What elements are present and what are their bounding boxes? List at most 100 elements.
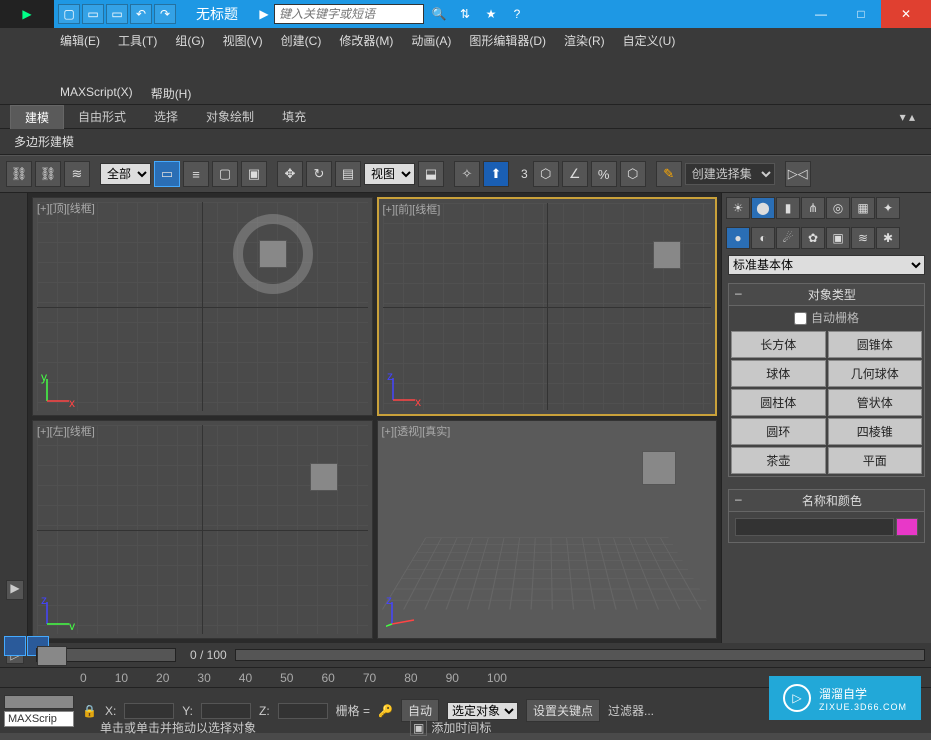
time-slider-track[interactable] <box>36 648 176 662</box>
star-icon[interactable]: ★ <box>480 4 502 24</box>
save-icon[interactable]: ▭ <box>106 4 128 24</box>
close-button[interactable]: ✕ <box>881 0 931 28</box>
viewport-left[interactable]: [+][左][线框] zy <box>32 420 373 639</box>
snap-toggle-icon[interactable]: ⬡ <box>533 161 559 187</box>
shelf-display-icon[interactable]: ▦ <box>851 197 875 219</box>
edit-named-sel-icon[interactable]: ✎ <box>656 161 682 187</box>
obj-plane-button[interactable]: 平面 <box>828 447 923 474</box>
undo-icon[interactable]: ↶ <box>130 4 152 24</box>
minimize-button[interactable]: — <box>801 0 841 28</box>
rollout-toggle-icon[interactable]: – <box>735 492 742 506</box>
shelf-create-icon[interactable]: ⬤ <box>751 197 775 219</box>
named-selection-select[interactable]: 创建选择集 <box>685 163 775 185</box>
window-crossing-icon[interactable]: ▣ <box>241 161 267 187</box>
cat-systems-icon[interactable]: ✱ <box>876 227 900 249</box>
viewport-label-front[interactable]: [+][前][线框] <box>383 201 441 217</box>
menu-view[interactable]: 视图(V) <box>223 32 263 49</box>
cat-spacewarps-icon[interactable]: ≋ <box>851 227 875 249</box>
obj-cone-button[interactable]: 圆锥体 <box>828 331 923 358</box>
select-by-name-icon[interactable]: ≡ <box>183 161 209 187</box>
geometry-type-select[interactable]: 标准基本体 <box>728 255 925 275</box>
mirror-icon[interactable]: ▷◁ <box>785 161 811 187</box>
viewport-expand-button[interactable]: ▶ <box>6 580 24 600</box>
menu-customize[interactable]: 自定义(U) <box>623 32 676 49</box>
coord-system-select[interactable]: 视图 <box>364 163 415 185</box>
shelf-motion-icon[interactable]: ◎ <box>826 197 850 219</box>
ribbon-collapse-icon[interactable]: ▾ ▴ <box>894 110 921 124</box>
ribbon-tab-populate[interactable]: 填充 <box>268 105 320 128</box>
viewport-label-persp[interactable]: [+][透视][真实] <box>382 423 451 439</box>
x-field[interactable] <box>124 703 174 719</box>
viewcube-persp[interactable] <box>642 451 676 485</box>
menu-edit[interactable]: 编辑(E) <box>60 32 100 49</box>
maxscript-listener[interactable]: MAXScrip <box>4 711 74 727</box>
lock-icon[interactable]: 🔒 <box>82 704 97 718</box>
auto-grid-checkbox[interactable] <box>794 312 807 325</box>
cat-lights-icon[interactable]: ☄ <box>776 227 800 249</box>
menu-group[interactable]: 组(G) <box>175 32 204 49</box>
region-rect-icon[interactable]: ▢ <box>212 161 238 187</box>
menu-animation[interactable]: 动画(A) <box>411 32 451 49</box>
viewport-front[interactable]: [+][前][线框] zx <box>377 197 718 416</box>
object-name-input[interactable] <box>735 518 894 536</box>
link-icon[interactable]: ⛓ <box>6 161 32 187</box>
keyboard-shortcut-icon[interactable]: ⬆ <box>483 161 509 187</box>
help-icon[interactable]: ? <box>506 4 528 24</box>
obj-teapot-button[interactable]: 茶壶 <box>731 447 826 474</box>
menu-help[interactable]: 帮助(H) <box>151 85 192 102</box>
add-time-tag-label[interactable]: 添加时间标 <box>431 719 491 736</box>
ribbon-tab-objectpaint[interactable]: 对象绘制 <box>192 105 268 128</box>
app-logo[interactable]: ▶ <box>0 0 54 28</box>
obj-cylinder-button[interactable]: 圆柱体 <box>731 389 826 416</box>
obj-sphere-button[interactable]: 球体 <box>731 360 826 387</box>
shelf-light-icon[interactable]: ☀ <box>726 197 750 219</box>
cat-geometry-icon[interactable]: ● <box>726 227 750 249</box>
obj-box-button[interactable]: 长方体 <box>731 331 826 358</box>
obj-torus-button[interactable]: 圆环 <box>731 418 826 445</box>
ribbon-tab-modeling[interactable]: 建模 <box>10 105 64 129</box>
shelf-modify-icon[interactable]: ▮ <box>776 197 800 219</box>
redo-icon[interactable]: ↷ <box>154 4 176 24</box>
select-object-icon[interactable]: ▭ <box>154 161 180 187</box>
time-slider-thumb[interactable] <box>37 646 67 666</box>
z-field[interactable] <box>278 703 328 719</box>
cat-cameras-icon[interactable]: ✿ <box>801 227 825 249</box>
viewcube-left[interactable] <box>310 463 338 491</box>
open-file-icon[interactable]: ▭ <box>82 4 104 24</box>
key-filters-link[interactable]: 过滤器... <box>608 702 654 719</box>
new-file-icon[interactable]: ▢ <box>58 4 80 24</box>
maximize-button[interactable]: □ <box>841 0 881 28</box>
shelf-hierarchy-icon[interactable]: ⋔ <box>801 197 825 219</box>
search-input[interactable] <box>274 4 424 24</box>
obj-geosphere-button[interactable]: 几何球体 <box>828 360 923 387</box>
ribbon-tab-freeform[interactable]: 自由形式 <box>64 105 140 128</box>
binoculars-icon[interactable]: 🔍 <box>428 4 450 24</box>
viewport-label-top[interactable]: [+][顶][线框] <box>37 200 95 216</box>
viewport-perspective[interactable]: [+][透视][真实] z <box>377 420 718 639</box>
key-icon[interactable]: 🔑 <box>378 704 393 718</box>
set-key-button[interactable]: 设置关键点 <box>526 699 600 722</box>
menu-graph-editors[interactable]: 图形编辑器(D) <box>469 32 546 49</box>
time-tag-icon[interactable]: ▣ <box>410 720 427 736</box>
viewcube-top[interactable] <box>259 240 287 268</box>
spinner-snap-icon[interactable]: ⬡ <box>620 161 646 187</box>
cat-helpers-icon[interactable]: ▣ <box>826 227 850 249</box>
bind-icon[interactable]: ≋ <box>64 161 90 187</box>
menu-create[interactable]: 创建(C) <box>281 32 322 49</box>
obj-tube-button[interactable]: 管状体 <box>828 389 923 416</box>
viewport-label-left[interactable]: [+][左][线框] <box>37 423 95 439</box>
viewport-top[interactable]: [+][顶][线框] yx <box>32 197 373 416</box>
manipulate-icon[interactable]: ✧ <box>454 161 480 187</box>
angle-snap-icon[interactable]: ∠ <box>562 161 588 187</box>
shelf-utilities-icon[interactable]: ✦ <box>876 197 900 219</box>
percent-snap-icon[interactable]: % <box>591 161 617 187</box>
scale-icon[interactable]: ▤ <box>335 161 361 187</box>
ribbon-panel-label[interactable]: 多边形建模 <box>0 129 931 155</box>
ribbon-tab-selection[interactable]: 选择 <box>140 105 192 128</box>
key-filter-select[interactable]: 选定对象 <box>447 702 518 720</box>
menu-tools[interactable]: 工具(T) <box>118 32 157 49</box>
track-bar[interactable] <box>235 649 925 661</box>
move-icon[interactable]: ✥ <box>277 161 303 187</box>
unlink-icon[interactable]: ⛓ <box>35 161 61 187</box>
pivot-icon[interactable]: ⬓ <box>418 161 444 187</box>
